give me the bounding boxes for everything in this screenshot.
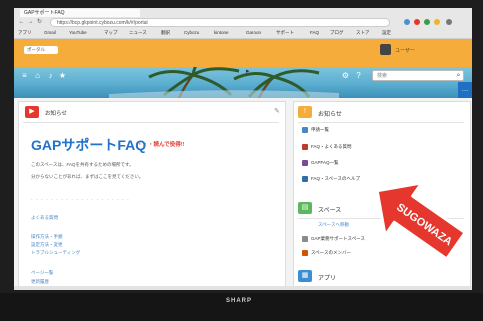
screen-bottom-edge [14,286,472,290]
extension-icon[interactable] [414,19,420,25]
portal-menu-button[interactable]: … [458,82,472,98]
app-section-icon: ▦ [298,270,312,282]
list-item[interactable]: スペースのメンバー [302,250,351,256]
side-section-title: アプリ [318,276,337,282]
faq-link[interactable]: 更新履歴 [31,279,49,285]
bookmark-item[interactable]: サポート [276,30,294,36]
app-icon [302,144,308,150]
bookmark-item[interactable]: 設定 [382,30,391,36]
side-section-title: スペース [318,208,342,214]
home-icon[interactable]: ⌂ [33,71,42,80]
extension-icon[interactable] [434,19,440,25]
annotation-arrow: SUGOWAZA [360,166,478,274]
browser-tab[interactable]: GAPサポートFAQ [20,9,140,17]
space-item-icon [302,236,308,242]
extension-icon[interactable] [424,19,430,25]
address-bar[interactable]: https://bcp.gkpoint.cybozu.com/k/#/porta… [50,18,390,27]
list-item[interactable]: GAPFAQ一覧 [302,160,339,166]
bookmark-item[interactable]: 翻訳 [161,30,170,36]
bookmarks-bar: アプリ Gmail YouTube マップ ニュース 翻訳 Cybozu kin… [14,29,472,37]
bookmark-item[interactable]: kintone [214,30,229,35]
space-selector[interactable]: ポータル [24,46,58,54]
list-item[interactable]: FAQ・スペースのヘルプ [302,176,360,182]
bookmark-item[interactable]: Gmail [44,30,56,35]
list-item[interactable]: FAQ・よくある質問 [302,144,352,150]
page-title: GAPサポートFAQ [31,137,147,153]
menu-icon[interactable]: ≡ [20,71,29,80]
bookmark-item[interactable]: YouTube [69,30,87,35]
extension-icon[interactable] [404,19,410,25]
space-link[interactable]: スペースへ移動 [318,222,349,228]
search-input[interactable]: 検索 [372,70,464,81]
bookmark-item[interactable]: アプリ [18,30,32,36]
help-icon[interactable]: ? [354,71,363,80]
megaphone-icon: ▶ [25,106,39,118]
body-text: このスペースは、FAQを共有するための場所です。 [31,162,134,167]
app-icon [302,160,308,166]
back-icon[interactable]: ← [18,19,25,26]
body-text: 分からないことがあれば、まずはここを見てください。 [31,174,144,179]
mouse-cursor-icon: ▸ [246,68,250,75]
title-tagline: ・・・読んで役得!! [137,142,185,148]
dashed-separator: - - - - - - - - - - - - - - - - - - - - [31,197,130,203]
space-icon: ▤ [298,202,312,214]
brand-logo: SHARP [226,298,253,304]
star-icon[interactable]: ★ [58,71,67,80]
notice-label: お知らせ [45,111,67,117]
faq-link[interactable]: 操作方法・手順 [31,234,63,240]
user-name[interactable]: ユーザー [395,47,415,54]
faq-link[interactable]: 設定方法・変更 [31,242,63,248]
bookmark-item[interactable]: ストア [356,30,370,36]
bookmark-item[interactable]: マップ [104,30,118,36]
bookmark-item[interactable]: ニュース [129,30,147,36]
list-item[interactable]: GAP業務サポートスペース [302,236,365,242]
bookmark-item[interactable]: FAQ [310,30,319,35]
search-icon[interactable]: ⌕ [453,70,464,81]
divider [298,122,464,123]
bookmark-item[interactable]: ブログ [330,30,344,36]
side-section-title: お知らせ [318,112,342,118]
notice-icon: ! [298,106,312,118]
bookmark-item[interactable]: Cybozu [184,30,199,35]
divider [23,122,279,123]
reload-icon[interactable]: ↻ [36,19,43,26]
faq-link[interactable]: よくある質問 [31,215,58,221]
space-item-icon [302,250,308,256]
gear-icon[interactable]: ⚙ [341,71,350,80]
faq-link[interactable]: ページ一覧 [31,270,53,276]
forward-icon[interactable]: → [27,19,34,26]
app-icon [302,127,308,133]
avatar[interactable] [380,44,391,55]
edit-icon[interactable]: ✎ [274,107,280,115]
bell-icon[interactable]: ♪ [46,71,55,80]
menu-icon[interactable] [446,19,452,25]
app-icon [302,176,308,182]
list-item[interactable]: 申請一覧 [302,127,329,133]
faq-link[interactable]: トラブルシューティング [31,250,80,256]
browser-chrome: GAPサポートFAQ ← → ↻ https://bcp.gkpoint.cyb… [14,8,472,39]
bookmark-item[interactable]: Garoon [246,30,261,35]
notice-panel: ▶ お知らせ ✎ GAPサポートFAQ ・・・読んで役得!! このスペースは、F… [18,101,286,290]
